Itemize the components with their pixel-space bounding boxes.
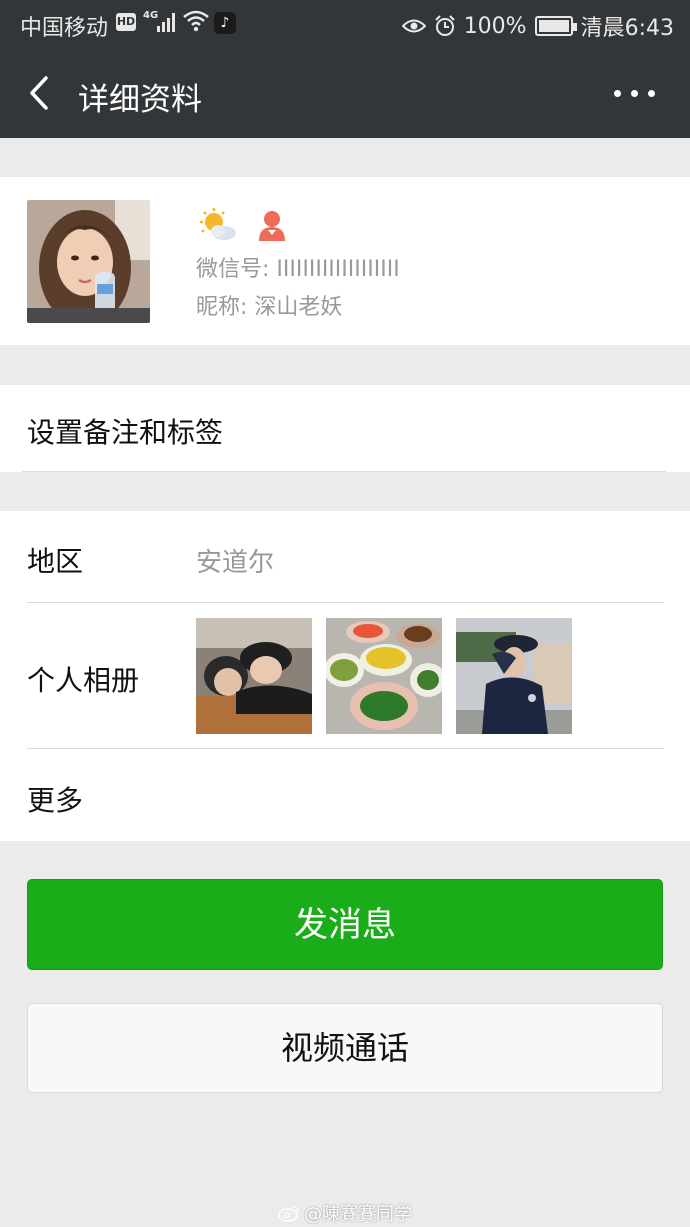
title-bar: 详细资料 [0,48,690,138]
battery-icon [534,16,577,36]
more-options-icon[interactable] [610,78,660,108]
battery-percent: 100% [463,13,527,39]
hd-badge: HD [116,13,136,31]
profile-info: 微信号: IIIIIIIIIIIIIIIIIII 昵称: 深山老妖 [196,205,400,321]
clock: 清晨6:43 [580,16,674,41]
avatar[interactable] [27,200,150,323]
gender-female-icon [259,211,285,241]
divider [27,602,664,603]
alarm-icon [434,15,455,36]
wifi-icon [183,10,209,32]
region-label: 地区 [27,545,84,578]
more-label: 更多 [27,784,84,817]
carrier-name: 中国移动 [20,16,109,41]
divider [22,471,666,472]
personal-album-label: 个人相册 [27,664,140,697]
back-icon[interactable] [22,70,62,116]
divider [27,748,664,749]
album-photo-3[interactable] [456,618,572,734]
watermark-text: @陳賽賽同学 [304,1204,412,1225]
profile-card[interactable]: 微信号: IIIIIIIIIIIIIIIIIII 昵称: 深山老妖 [0,177,690,345]
weather-icon [200,208,236,240]
region-value: 安道尔 [196,548,275,578]
send-message-button[interactable]: 发消息 [27,879,663,970]
network-type: 4G [143,10,159,21]
page-title: 详细资料 [78,82,202,118]
weibo-icon [278,1206,299,1222]
album-photo-2[interactable] [326,618,442,734]
video-call-button[interactable]: 视频通话 [27,1003,663,1093]
top-bar: 中国移动 HD 4G ♪ 100% 清晨6:43 详细资料 [0,0,690,138]
watermark: @陳賽賽同学 [278,1200,412,1226]
nickname: 昵称: 深山老妖 [196,295,343,320]
details-card: 地区 安道尔 个人相册 更多 [0,511,690,841]
tiktok-icon: ♪ [214,12,236,34]
status-right: 100% 清晨6:43 [401,10,674,42]
profile-icons [196,205,400,245]
set-remark-tags-row[interactable]: 设置备注和标签 [0,385,690,472]
wechat-id: 微信号: IIIIIIIIIIIIIIIIIII [196,257,400,282]
eye-icon [401,19,426,33]
set-remark-tags-label: 设置备注和标签 [27,416,224,449]
album-photo-1[interactable] [196,618,312,734]
signal-icon [157,12,179,32]
status-bar: 中国移动 HD 4G ♪ 100% 清晨6:43 [0,0,690,48]
